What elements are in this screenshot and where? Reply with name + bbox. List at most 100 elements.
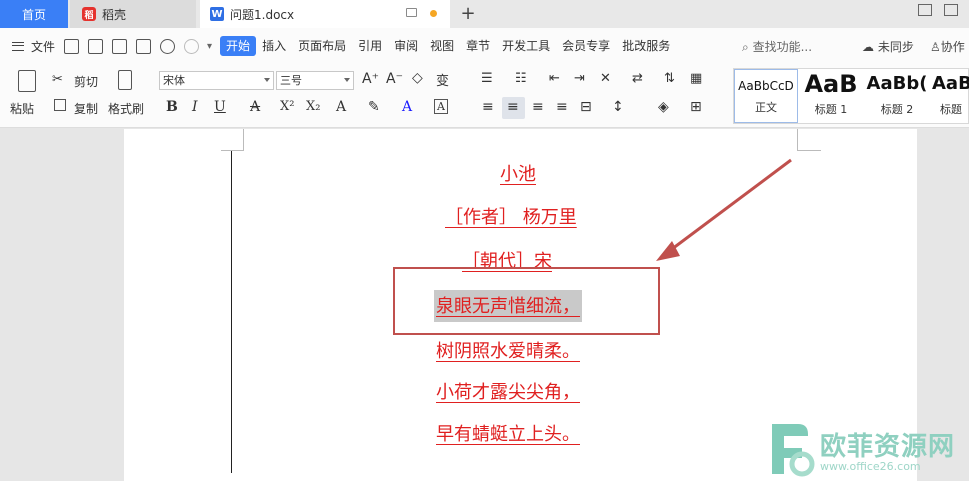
export-pdf-icon[interactable]: [88, 38, 104, 54]
decrease-indent-icon[interactable]: ⇤: [549, 71, 560, 86]
align-left-icon[interactable]: ≡: [482, 99, 494, 115]
align-center-icon[interactable]: ≡: [507, 99, 519, 115]
font-size-value: 三号: [280, 74, 302, 87]
site-watermark: 欧菲资源网 www.office26.com: [762, 418, 969, 481]
chinese-layout-icon[interactable]: ✕: [600, 71, 611, 86]
style-heading-2-sample: AaBb(: [866, 73, 928, 94]
text-direction-icon[interactable]: ⇄: [632, 71, 643, 86]
style-normal-name: 正文: [755, 101, 777, 114]
redo-icon[interactable]: [184, 38, 200, 54]
tab-correction[interactable]: 批改服务: [616, 36, 676, 56]
format-painter-icon[interactable]: [118, 70, 132, 90]
font-name-value: 宋体: [163, 74, 185, 87]
tab-view[interactable]: 视图: [424, 36, 460, 56]
show-marks-icon[interactable]: ▦: [690, 71, 702, 86]
search-icon: ⌕: [742, 40, 749, 54]
hamburger-icon: [12, 41, 24, 51]
grow-font-icon[interactable]: A⁺: [362, 71, 379, 87]
bullet-list-icon[interactable]: ☰: [481, 71, 493, 86]
poem-line[interactable]: 树阴照水爱晴柔。: [436, 337, 580, 363]
copy-icon[interactable]: [54, 99, 66, 111]
cloud-icon: ☁: [862, 40, 874, 54]
watermark-url: www.office26.com: [820, 460, 921, 473]
paste-icon[interactable]: [18, 70, 36, 92]
tab-developer[interactable]: 开发工具: [496, 36, 556, 56]
screen-icon[interactable]: [406, 8, 417, 17]
tab-review[interactable]: 审阅: [388, 36, 424, 56]
underline-button[interactable]: U: [214, 99, 226, 115]
style-heading-2-name: 标题 2: [880, 103, 914, 116]
clear-format-icon[interactable]: ◇: [412, 70, 423, 86]
file-menu-button[interactable]: 文件: [12, 38, 55, 55]
poem-line[interactable]: 早有蜻蜓立上头。: [436, 420, 580, 446]
scissors-icon[interactable]: ✂: [52, 72, 63, 87]
tab-page-layout[interactable]: 页面布局: [292, 36, 352, 56]
search-function-input[interactable]: ⌕ 查找功能...: [742, 38, 812, 55]
daoke-logo-icon: 稻: [82, 7, 96, 21]
sync-status-button[interactable]: ☁ 未同步: [862, 38, 914, 55]
font-size-select[interactable]: 三号: [276, 71, 354, 90]
search-placeholder: 查找功能...: [752, 40, 813, 54]
style-title[interactable]: AaB 标题: [932, 69, 969, 123]
italic-button[interactable]: I: [192, 99, 198, 115]
poem-author[interactable]: ［作者］ 杨万里: [445, 203, 577, 229]
tab-daoke[interactable]: 稻 稻壳: [70, 0, 196, 28]
text-effect-icon[interactable]: A: [336, 99, 346, 115]
increase-indent-icon[interactable]: ⇥: [574, 71, 585, 86]
shading-icon[interactable]: ◈: [658, 99, 669, 115]
file-menu-label: 文件: [31, 39, 56, 54]
highlight-color-icon[interactable]: ✎: [368, 99, 380, 115]
margin-corner-mark: [221, 150, 243, 151]
bold-button[interactable]: B: [166, 99, 178, 115]
tab-references[interactable]: 引用: [352, 36, 388, 56]
char-border-icon[interactable]: A: [434, 99, 448, 114]
print-preview-icon[interactable]: [136, 38, 152, 54]
align-justify-icon[interactable]: ≡: [556, 99, 568, 115]
undo-icon[interactable]: [160, 38, 176, 54]
tab-insert[interactable]: 插入: [256, 36, 292, 56]
tab-member[interactable]: 会员专享: [556, 36, 616, 56]
print-icon[interactable]: [112, 38, 128, 54]
line-spacing-icon[interactable]: ↕: [612, 99, 624, 115]
window-restore-icon[interactable]: [944, 4, 958, 16]
copy-button[interactable]: 复制: [74, 100, 98, 117]
poem-line[interactable]: 小荷才露尖尖角，: [436, 378, 580, 404]
crop-mark-top-left: [243, 129, 244, 151]
poem-title[interactable]: 小池: [500, 160, 536, 186]
quick-access-dropdown-icon[interactable]: ▾: [207, 41, 212, 52]
tab-start[interactable]: 开始: [220, 36, 257, 56]
superscript-button[interactable]: X²: [280, 99, 294, 114]
paste-button-label[interactable]: 粘贴: [10, 100, 34, 117]
shrink-font-icon[interactable]: A⁻: [386, 71, 403, 87]
tab-document-label: 问题1.docx: [230, 7, 295, 22]
format-painter-button[interactable]: 格式刷: [108, 100, 144, 117]
new-tab-button[interactable]: +: [458, 3, 478, 24]
style-heading-1[interactable]: AaB 标题 1: [800, 69, 862, 123]
font-name-select[interactable]: 宋体: [159, 71, 274, 90]
distributed-align-icon[interactable]: ⊟: [580, 99, 592, 115]
style-heading-1-name: 标题 1: [814, 103, 848, 116]
collab-button[interactable]: ♙协作: [930, 38, 965, 55]
title-tab-bar: 首页 稻 稻壳 W 问题1.docx +: [0, 0, 969, 28]
tab-section[interactable]: 章节: [460, 36, 496, 56]
strikethrough-button[interactable]: A: [250, 99, 260, 115]
style-normal[interactable]: AaBbCcD 正文: [734, 69, 798, 123]
styles-gallery: AaBbCcD 正文 AaB 标题 1 AaBb( 标题 2 AaB 标题: [733, 68, 969, 124]
align-right-icon[interactable]: ≡: [532, 99, 544, 115]
menu-bar: 文件 ▾ 开始 插入 页面布局 引用 审阅 视图 章节 开发工具 会员专享 批改…: [0, 28, 969, 64]
sort-icon[interactable]: ⇅: [664, 71, 675, 86]
style-heading-2[interactable]: AaBb( 标题 2: [864, 69, 930, 123]
tab-document[interactable]: W 问题1.docx: [200, 0, 450, 28]
phonetic-icon[interactable]: 变: [436, 70, 449, 89]
cut-button[interactable]: 剪切: [74, 73, 98, 90]
subscript-button[interactable]: X₂: [306, 99, 320, 114]
window-layout-icon[interactable]: [918, 4, 932, 16]
save-icon[interactable]: [64, 38, 80, 54]
font-color-icon[interactable]: A: [402, 99, 412, 115]
borders-icon[interactable]: ⊞: [690, 99, 702, 115]
tab-daoke-label: 稻壳: [102, 7, 127, 22]
numbered-list-icon[interactable]: ☷: [515, 71, 527, 86]
office-logo-icon: [772, 424, 815, 477]
tab-home[interactable]: 首页: [0, 0, 68, 28]
callout-highlight-box: [393, 267, 660, 335]
